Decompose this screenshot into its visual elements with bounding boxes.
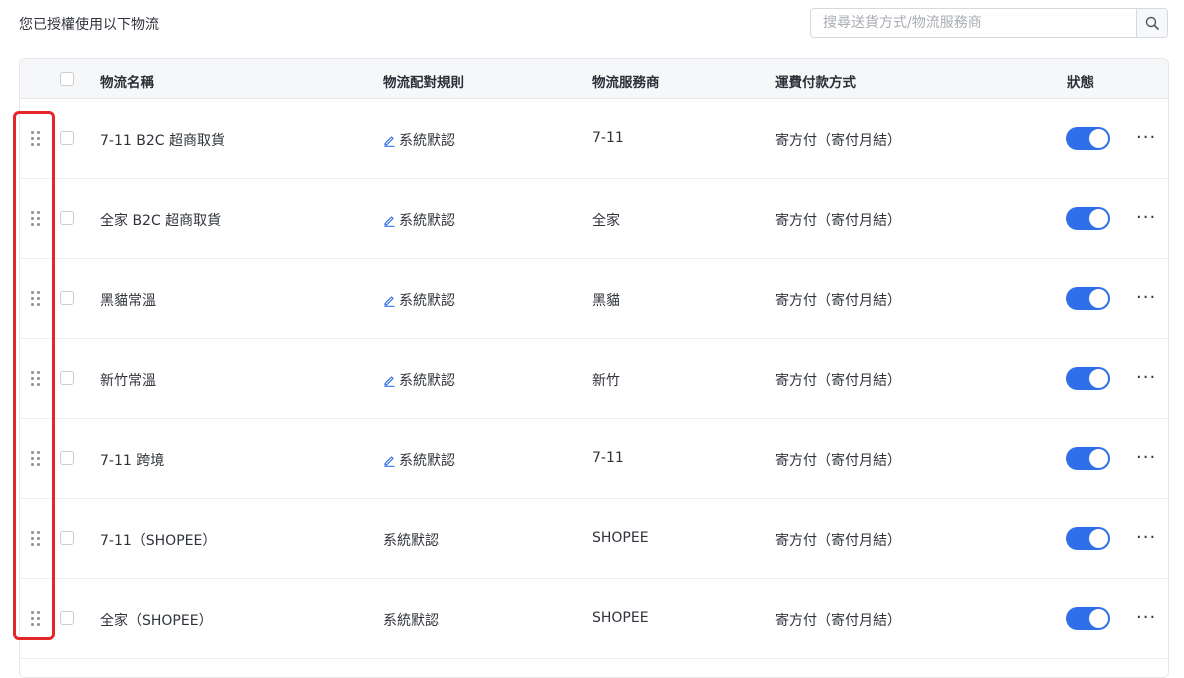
logistics-name: 新竹常溫 [100, 373, 156, 389]
row-checkbox[interactable] [60, 611, 74, 625]
toggle-knob [1089, 529, 1108, 548]
shipping-payment-method: 寄方付（寄付月結） [775, 133, 901, 149]
matching-rule: 系統默認 [383, 530, 439, 550]
column-header-name: 物流名稱 [100, 75, 154, 91]
toggle-knob [1089, 449, 1108, 468]
service-provider: 黑貓 [592, 293, 620, 309]
search-button[interactable] [1136, 9, 1167, 37]
table-row: 7-11 跨境 系統默認 7-11 寄方付（寄付月結） ··· [20, 419, 1168, 499]
toggle-knob [1089, 609, 1108, 628]
service-provider: 全家 [592, 213, 620, 229]
rule-label: 系統默認 [399, 213, 455, 229]
row-checkbox[interactable] [60, 211, 74, 225]
shipping-payment-method: 寄方付（寄付月結） [775, 613, 901, 629]
edit-icon[interactable] [383, 454, 396, 467]
rule-label: 系統默認 [399, 293, 455, 309]
row-checkbox[interactable] [60, 291, 74, 305]
logistics-name: 黑貓常溫 [100, 293, 156, 309]
rule-label: 系統默認 [399, 373, 455, 389]
more-actions-icon[interactable]: ··· [1136, 449, 1156, 467]
table-row: 新竹常溫 系統默認 新竹 寄方付（寄付月結） ··· [20, 339, 1168, 419]
service-provider: 7-11 [592, 450, 624, 466]
edit-icon[interactable] [383, 294, 396, 307]
logistics-name: 7-11 跨境 [100, 453, 165, 469]
row-checkbox[interactable] [60, 531, 74, 545]
drag-handle-highlight [13, 111, 55, 640]
shipping-payment-method: 寄方付（寄付月結） [775, 373, 901, 389]
service-provider: SHOPEE [592, 610, 649, 626]
matching-rule[interactable]: 系統默認 [383, 450, 455, 471]
toggle-knob [1089, 209, 1108, 228]
row-checkbox[interactable] [60, 371, 74, 385]
more-actions-icon[interactable]: ··· [1136, 209, 1156, 227]
rule-label: 系統默認 [399, 133, 455, 149]
matching-rule: 系統默認 [383, 610, 439, 630]
status-toggle[interactable] [1066, 447, 1110, 470]
table-row: 黑貓常溫 系統默認 黑貓 寄方付（寄付月結） ··· [20, 259, 1168, 339]
table-header: 物流名稱 物流配對規則 物流服務商 運費付款方式 狀態 [20, 59, 1168, 99]
edit-icon[interactable] [383, 374, 396, 387]
search-box [810, 8, 1168, 38]
toggle-knob [1089, 289, 1108, 308]
logistics-table: 物流名稱 物流配對規則 物流服務商 運費付款方式 狀態 7-11 B2C 超商取… [19, 58, 1169, 678]
more-actions-icon[interactable]: ··· [1136, 369, 1156, 387]
rule-label: 系統默認 [399, 453, 455, 469]
rule-label: 系統默認 [383, 613, 439, 629]
shipping-payment-method: 寄方付（寄付月結） [775, 453, 901, 469]
more-actions-icon[interactable]: ··· [1136, 289, 1156, 307]
shipping-payment-method: 寄方付（寄付月結） [775, 293, 901, 309]
status-toggle[interactable] [1066, 527, 1110, 550]
logistics-name: 7-11 B2C 超商取貨 [100, 133, 225, 149]
toggle-knob [1089, 129, 1108, 148]
column-header-payment: 運費付款方式 [775, 75, 856, 91]
status-toggle[interactable] [1066, 607, 1110, 630]
column-header-rule: 物流配對規則 [383, 75, 464, 91]
status-toggle[interactable] [1066, 287, 1110, 310]
row-checkbox[interactable] [60, 451, 74, 465]
search-input[interactable] [811, 9, 1137, 37]
column-header-status: 狀態 [1067, 75, 1094, 91]
more-actions-icon[interactable]: ··· [1136, 129, 1156, 147]
more-actions-icon[interactable]: ··· [1136, 609, 1156, 627]
status-toggle[interactable] [1066, 127, 1110, 150]
search-icon [1145, 16, 1159, 30]
edit-icon[interactable] [383, 214, 396, 227]
shipping-payment-method: 寄方付（寄付月結） [775, 213, 901, 229]
table-row: 全家（SHOPEE） 系統默認 SHOPEE 寄方付（寄付月結） ··· [20, 579, 1168, 659]
status-toggle[interactable] [1066, 207, 1110, 230]
table-row: 全家 B2C 超商取貨 系統默認 全家 寄方付（寄付月結） ··· [20, 179, 1168, 259]
rule-label: 系統默認 [383, 533, 439, 549]
matching-rule[interactable]: 系統默認 [383, 290, 455, 311]
logistics-name: 全家 B2C 超商取貨 [100, 213, 222, 229]
row-checkbox[interactable] [60, 131, 74, 145]
select-all-checkbox[interactable] [60, 72, 74, 86]
edit-icon[interactable] [383, 134, 396, 147]
service-provider: 新竹 [592, 373, 620, 389]
service-provider: 7-11 [592, 130, 624, 146]
intro-text: 您已授權使用以下物流 [19, 17, 159, 33]
column-header-provider: 物流服務商 [592, 75, 660, 91]
logistics-name: 全家（SHOPEE） [100, 613, 213, 629]
matching-rule[interactable]: 系統默認 [383, 130, 455, 151]
table-row: 7-11 B2C 超商取貨 系統默認 7-11 寄方付（寄付月結） ··· [20, 99, 1168, 179]
logistics-name: 7-11（SHOPEE） [100, 533, 217, 549]
table-row: 7-11（SHOPEE） 系統默認 SHOPEE 寄方付（寄付月結） ··· [20, 499, 1168, 579]
service-provider: SHOPEE [592, 530, 649, 546]
status-toggle[interactable] [1066, 367, 1110, 390]
matching-rule[interactable]: 系統默認 [383, 370, 455, 391]
more-actions-icon[interactable]: ··· [1136, 529, 1156, 547]
shipping-payment-method: 寄方付（寄付月結） [775, 533, 901, 549]
matching-rule[interactable]: 系統默認 [383, 210, 455, 231]
toggle-knob [1089, 369, 1108, 388]
